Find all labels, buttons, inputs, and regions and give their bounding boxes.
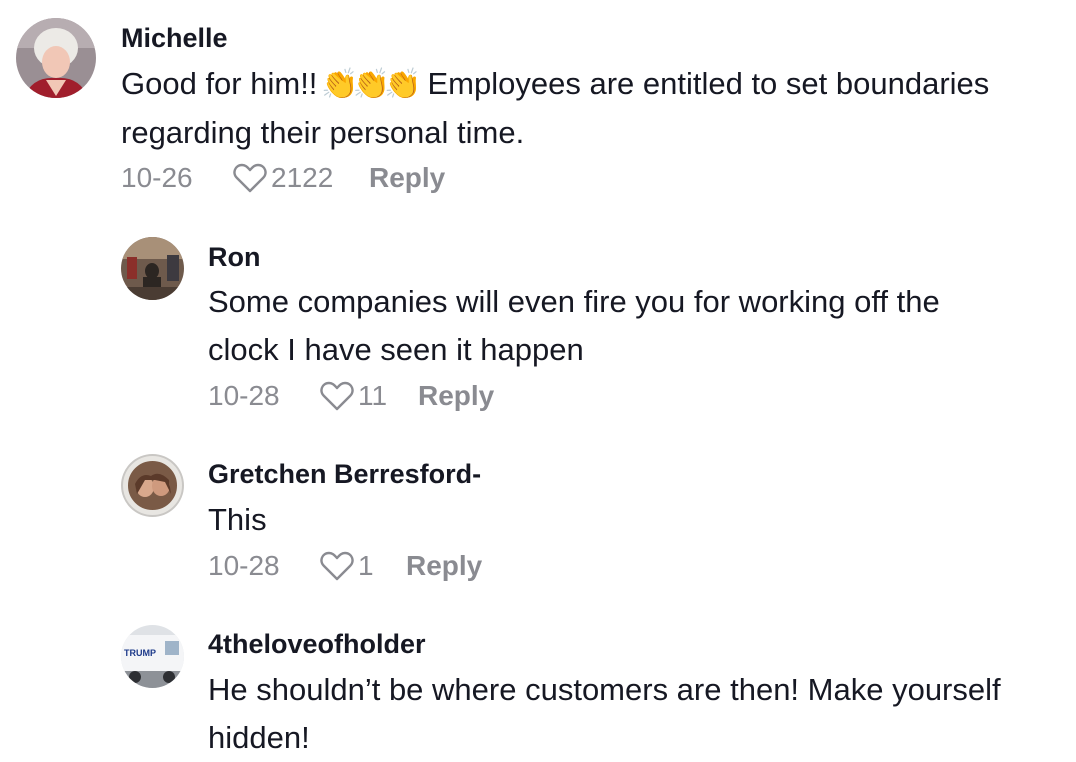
comment-text: Good for him!! 👏👏👏 Employees are entitled …	[121, 60, 989, 157]
comment-date: 10-28	[208, 550, 280, 581]
username[interactable]: Michelle	[121, 22, 228, 54]
avatar[interactable]	[121, 454, 184, 517]
like-count: 2122	[271, 162, 334, 193]
reply-button[interactable]: Reply	[369, 162, 445, 194]
like-button[interactable]: 11	[320, 380, 418, 412]
like-button[interactable]: 2122	[233, 162, 369, 194]
comment-text-part: hidden!	[208, 720, 310, 755]
comment-meta: 10-28 11 Reply	[208, 378, 494, 414]
comment-text-part: regarding their personal time.	[121, 115, 525, 150]
comment-date: 10-28	[208, 380, 280, 411]
reply-button[interactable]: Reply	[418, 380, 494, 412]
comment-meta: 10-28 1 Reply	[208, 548, 482, 584]
comment-date: 10-26	[121, 162, 193, 193]
clapping-hands-icon: 👏👏👏	[321, 67, 421, 102]
username[interactable]: Gretchen Berresford-	[208, 458, 481, 490]
comment-meta: 10-26 2122 Reply	[121, 160, 445, 196]
comment-text-part: Some companies will even fire you for wo…	[208, 284, 940, 319]
like-button[interactable]: 1	[320, 550, 406, 582]
comment-text-part: Employees are entitled to set boundaries	[427, 66, 990, 101]
comment-text-part: He shouldn’t be where customers are then…	[208, 672, 1001, 707]
heart-icon	[320, 381, 354, 411]
username[interactable]: 4theloveofholder	[208, 628, 426, 660]
comment-text: He shouldn’t be where customers are then…	[208, 666, 1001, 762]
comment-text-part: clock I have seen it happen	[208, 332, 584, 367]
avatar-text: TRUMP	[124, 648, 156, 658]
avatar[interactable]	[16, 18, 96, 98]
reply-button[interactable]: Reply	[406, 550, 482, 582]
avatar[interactable]: TRUMP	[121, 625, 184, 688]
heart-icon	[320, 551, 354, 581]
like-count: 1	[358, 550, 374, 581]
comment-text-part: Good for him!!	[121, 66, 318, 101]
comment-text: Some companies will even fire you for wo…	[208, 278, 940, 374]
username[interactable]: Ron	[208, 241, 260, 273]
comment-text: This	[208, 496, 267, 544]
avatar[interactable]	[121, 237, 184, 300]
comment-text-part: This	[208, 502, 267, 537]
like-count: 11	[358, 380, 388, 411]
heart-icon	[233, 163, 267, 193]
